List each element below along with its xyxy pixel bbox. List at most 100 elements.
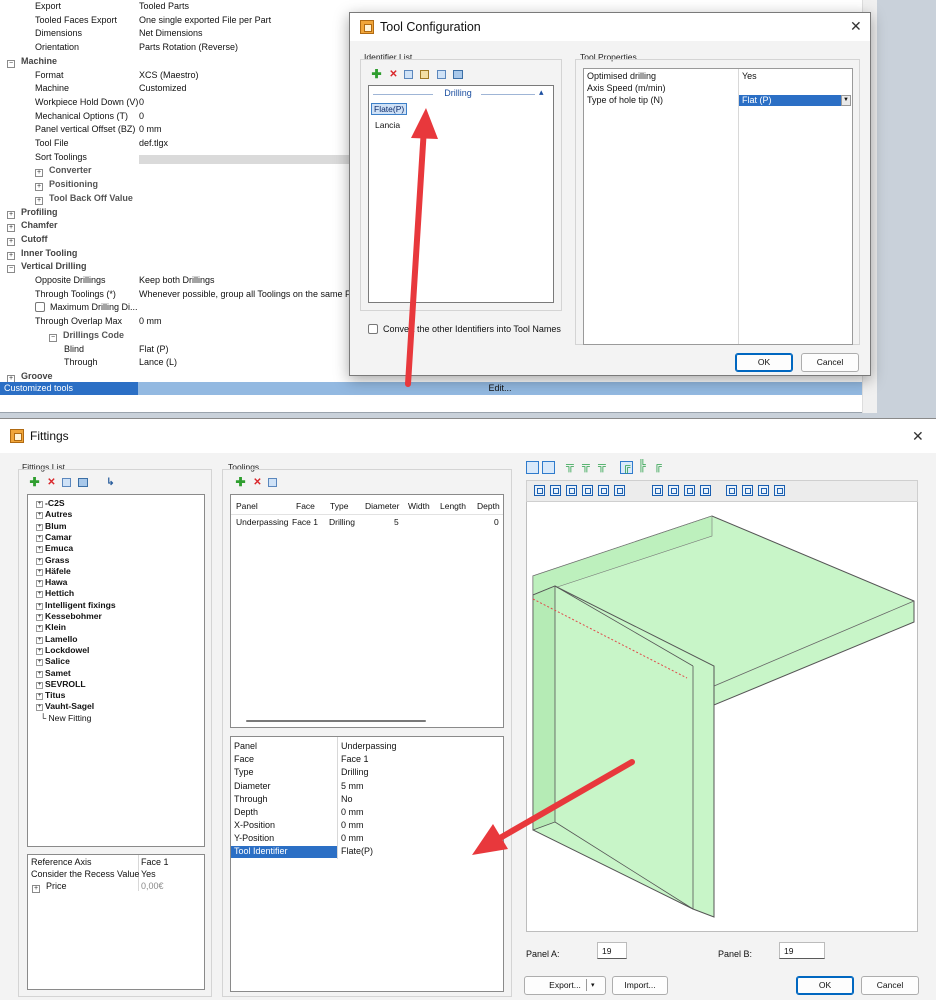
tooling-prop-row[interactable]: Y-Position 0 mm: [231, 833, 503, 845]
collapse-icon[interactable]: −: [49, 333, 57, 342]
corner-mid-icon[interactable]: ╠: [638, 460, 651, 473]
collapse-icon[interactable]: −: [7, 59, 15, 68]
expand-icon[interactable]: +: [36, 501, 43, 508]
copy-icon[interactable]: [404, 70, 413, 79]
expand-icon[interactable]: +: [36, 580, 43, 588]
3d-preview[interactable]: [526, 502, 918, 932]
identifier-item-flate[interactable]: Flate(P): [371, 103, 408, 115]
expand-icon[interactable]: +: [36, 568, 43, 576]
align-mid-icon[interactable]: ╦: [582, 460, 595, 473]
expand-icon[interactable]: +: [36, 681, 43, 689]
header-panel[interactable]: Panel: [236, 501, 258, 511]
expand-icon[interactable]: +: [36, 636, 43, 644]
fitting-prop-recess[interactable]: Consider the Recess Value Yes: [28, 869, 204, 881]
expand-icon[interactable]: +: [7, 251, 15, 260]
customized-tools-row[interactable]: Customized tools Edit...: [0, 382, 862, 395]
tree-item[interactable]: + Hettich: [36, 588, 74, 599]
edit-customized-tools-button[interactable]: Edit...: [138, 382, 862, 395]
corner-right-icon[interactable]: ╔: [654, 460, 667, 473]
expand-icon[interactable]: +: [36, 602, 43, 610]
cancel-button[interactable]: Cancel: [801, 353, 859, 372]
panel-b-input[interactable]: 19: [779, 942, 825, 959]
expand-icon[interactable]: +: [7, 237, 15, 246]
convert-identifiers-option[interactable]: Convert the other Identifiers into Tool …: [368, 324, 568, 336]
cube-view-icon[interactable]: [550, 485, 561, 496]
tree-item[interactable]: + Hawa: [36, 577, 67, 588]
corner-left-icon[interactable]: ╔: [620, 461, 633, 474]
collapse-icon[interactable]: −: [7, 265, 15, 274]
expand-icon[interactable]: +: [36, 659, 43, 667]
expand-icon[interactable]: +: [36, 534, 43, 542]
expand-icon[interactable]: +: [36, 557, 43, 565]
property-hole-tip[interactable]: Type of hole tip (N) Flat (P) ▼: [584, 95, 852, 107]
view-mode-alt-icon[interactable]: [542, 461, 555, 474]
add-icon[interactable]: ✚: [235, 476, 246, 488]
collapse-chevron-icon[interactable]: ▴: [539, 87, 544, 98]
tree-item[interactable]: + Samet: [36, 668, 71, 679]
rename-icon[interactable]: [453, 70, 463, 79]
cube-view-icon[interactable]: [684, 485, 695, 496]
table-row[interactable]: Underpassing Face 1 Drilling 5 0: [231, 517, 503, 529]
header-type[interactable]: Type: [330, 501, 348, 511]
header-diameter[interactable]: Diameter: [365, 501, 399, 511]
expand-icon[interactable]: +: [36, 591, 43, 599]
expand-icon[interactable]: +: [7, 210, 15, 219]
expand-icon[interactable]: +: [35, 196, 43, 205]
tree-item[interactable]: + Häfele: [36, 566, 71, 577]
expand-icon[interactable]: +: [36, 693, 43, 701]
cube-view-icon[interactable]: [598, 485, 609, 496]
cube-view-icon[interactable]: [700, 485, 711, 496]
tree-item[interactable]: + Kessebohmer: [36, 611, 102, 622]
checkbox[interactable]: [35, 302, 45, 313]
tree-item[interactable]: + Klein: [36, 622, 66, 633]
rename-icon[interactable]: [78, 478, 88, 487]
tree-item[interactable]: + Emuca: [36, 543, 73, 554]
cube-view-icon[interactable]: [774, 485, 785, 496]
tooling-prop-row[interactable]: Face Face 1: [231, 754, 503, 766]
dropdown-arrow-icon[interactable]: ▼: [841, 95, 851, 106]
property-axis-speed[interactable]: Axis Speed (m/min): [584, 83, 852, 95]
add-icon[interactable]: ✚: [29, 476, 40, 488]
expand-icon[interactable]: +: [36, 625, 43, 633]
panel-a-input[interactable]: 19: [597, 942, 627, 959]
ok-button[interactable]: OK: [796, 976, 854, 995]
ok-button[interactable]: OK: [735, 353, 793, 372]
chevron-down-icon[interactable]: ▾: [591, 977, 595, 994]
tree-item[interactable]: + Intelligent fixings: [36, 600, 116, 611]
add-icon[interactable]: ✚: [371, 68, 382, 80]
tooling-prop-row[interactable]: Type Drilling: [231, 767, 503, 779]
expand-icon[interactable]: +: [36, 512, 43, 520]
expand-icon[interactable]: +: [35, 183, 43, 192]
property-optimised-drilling[interactable]: Optimised drilling Yes: [584, 71, 852, 83]
tooling-prop-row[interactable]: Diameter 5 mm: [231, 781, 503, 793]
cube-view-icon[interactable]: [652, 485, 663, 496]
expand-icon[interactable]: +: [35, 169, 43, 178]
delete-icon[interactable]: ✕: [46, 477, 57, 488]
fittings-tree[interactable]: + -C2S + Autres + Blum + Camar + Emuca + Grass + Häfe…: [27, 494, 205, 847]
align-bottom-icon[interactable]: ╦: [598, 460, 611, 473]
expand-icon[interactable]: +: [36, 614, 43, 621]
tool-identifier-row[interactable]: Tool Identifier Flate(P) ▼: [231, 846, 503, 858]
tree-item[interactable]: + Blum: [36, 521, 66, 532]
tree-item[interactable]: + Lamello: [36, 634, 77, 645]
tree-icon[interactable]: ↳: [105, 477, 116, 488]
expand-icon[interactable]: +: [36, 704, 43, 712]
cube-view-icon[interactable]: [582, 485, 593, 496]
cube-view-icon[interactable]: [566, 485, 577, 496]
expand-icon[interactable]: +: [7, 224, 15, 233]
paste-icon[interactable]: [420, 70, 429, 79]
cube-view-icon[interactable]: [668, 485, 679, 496]
cube-view-icon[interactable]: [742, 485, 753, 496]
copy-icon[interactable]: [62, 478, 71, 487]
expand-icon[interactable]: +: [32, 885, 40, 893]
tree-item[interactable]: + Vauht-Sagel: [36, 701, 94, 712]
align-top-icon[interactable]: ╦: [566, 460, 579, 473]
dropdown-arrow-icon[interactable]: ▼: [493, 847, 499, 853]
header-width[interactable]: Width: [408, 501, 430, 511]
tool-identifier-value[interactable]: Flate(P): [341, 846, 373, 856]
tree-item[interactable]: + -C2S: [36, 498, 65, 509]
tooling-prop-row[interactable]: Through No: [231, 794, 503, 806]
cancel-button[interactable]: Cancel: [861, 976, 919, 995]
view-mode-icon[interactable]: [526, 461, 539, 474]
tree-item-new-fitting[interactable]: └ New Fitting: [40, 713, 91, 724]
